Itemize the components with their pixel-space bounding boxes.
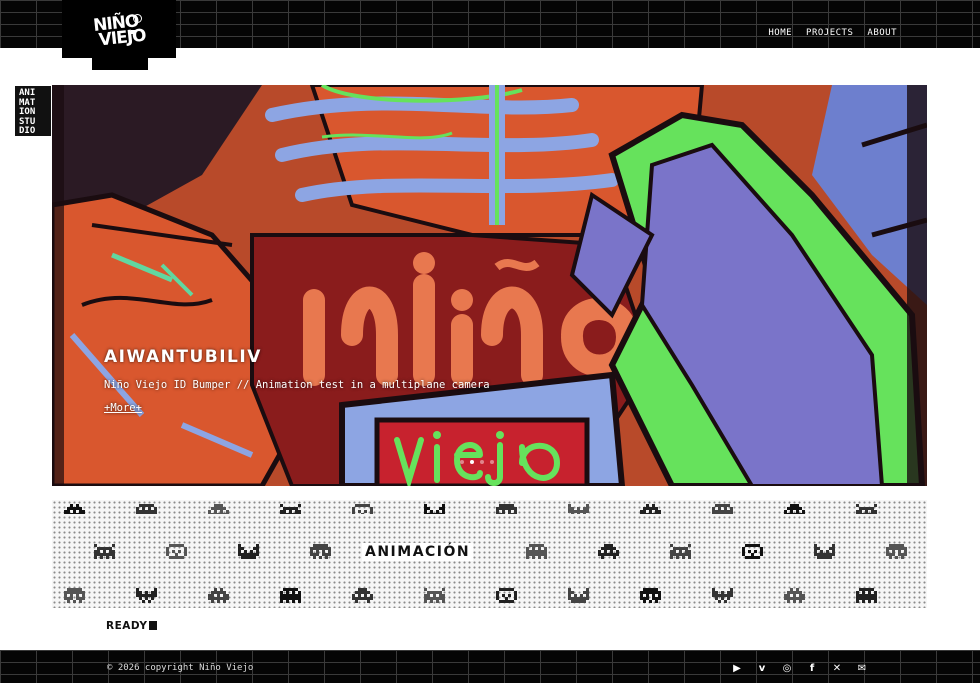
social-links: ▶ v ◎ f ✕ ✉ <box>731 662 868 674</box>
logo-line-2: VIEJO <box>97 25 147 51</box>
animation-strip[interactable]: ANIMACIÓN <box>52 500 927 608</box>
email-icon[interactable]: ✉ <box>856 662 868 674</box>
main-nav: HOME PROJECTS ABOUT <box>768 28 897 38</box>
strip-label[interactable]: ANIMACIÓN <box>362 543 474 561</box>
pixel-face-icon <box>496 588 518 604</box>
instagram-icon[interactable]: ◎ <box>781 662 793 674</box>
copyright: © 2026 copyright Niño Viejo <box>107 663 254 673</box>
logo[interactable]: NIÑO VIEJO <box>92 11 152 51</box>
logo-ring-icon <box>133 14 142 23</box>
pixel-ghost-icon <box>712 504 734 514</box>
nav-about[interactable]: ABOUT <box>867 28 897 38</box>
pixel-bat-icon <box>568 504 590 514</box>
pixel-alien-icon <box>598 544 620 560</box>
logo-tab <box>92 56 148 70</box>
pixel-cat-icon <box>814 544 836 560</box>
pixel-skull-icon <box>310 544 332 560</box>
pixel-cat-icon <box>238 544 260 560</box>
logo-dot-icon <box>131 30 135 34</box>
pixel-bat-icon <box>136 588 158 604</box>
hero-title: AIWANTUBILIV <box>104 347 262 367</box>
pixel-ghost-icon <box>136 504 158 514</box>
slide-dot[interactable] <box>460 460 464 464</box>
facebook-icon[interactable]: f <box>806 662 818 674</box>
pixel-ghost-icon <box>526 544 548 560</box>
ready-text: READY <box>106 620 148 632</box>
pixel-invader-icon <box>856 504 878 514</box>
footer: © 2026 copyright Niño Viejo ▶ v ◎ f ✕ ✉ <box>0 650 980 683</box>
vimeo-icon[interactable]: v <box>756 662 768 674</box>
slide-indicator <box>460 460 494 464</box>
nav-home[interactable]: HOME <box>768 28 792 38</box>
pixel-cat-icon <box>424 504 446 514</box>
pixel-face-icon <box>166 544 188 560</box>
pixel-bat-icon <box>712 588 734 604</box>
x-icon[interactable]: ✕ <box>831 662 843 674</box>
pixel-face-icon <box>742 544 764 560</box>
pixel-ghost-icon <box>280 588 302 604</box>
pixel-skull-icon <box>886 544 908 560</box>
pixel-face-icon <box>352 504 374 514</box>
pixel-ghost-icon <box>856 588 878 604</box>
pixel-alien-icon <box>208 504 230 514</box>
cursor-block-icon <box>149 621 158 630</box>
slide-dot[interactable] <box>490 460 494 464</box>
pixel-skull-icon <box>640 588 662 604</box>
pixel-alien-icon <box>352 588 374 604</box>
pixel-cat-icon <box>568 588 590 604</box>
pixel-invader-icon <box>670 544 692 560</box>
nav-projects[interactable]: PROJECTS <box>806 28 853 38</box>
hero-artwork <box>52 85 927 486</box>
badge-line: DIO <box>19 126 36 136</box>
slide-dot[interactable] <box>480 460 484 464</box>
pixel-bug-icon <box>208 588 230 604</box>
pixel-bug-icon <box>64 504 86 514</box>
ready-status: READY <box>106 620 158 632</box>
hero-slider[interactable]: AIWANTUBILIV Niño Viejo ID Bumper // Ani… <box>52 85 927 486</box>
pixel-invader-icon <box>424 588 446 604</box>
pixel-invader-icon <box>280 504 302 514</box>
pixel-skull-icon <box>496 504 518 514</box>
animation-studio-badge: ANI MAT ION STU DIO <box>15 86 51 136</box>
hero-description: Niño Viejo ID Bumper // Animation test i… <box>104 379 490 391</box>
slide-dot[interactable] <box>470 460 474 464</box>
hero-more-link[interactable]: +More+ <box>104 402 142 414</box>
pixel-bug-icon <box>784 588 806 604</box>
youtube-icon[interactable]: ▶ <box>731 662 743 674</box>
pixel-alien-icon <box>784 504 806 514</box>
pixel-invader-icon <box>94 544 116 560</box>
pixel-skull-icon <box>64 588 86 604</box>
pixel-bug-icon <box>640 504 662 514</box>
